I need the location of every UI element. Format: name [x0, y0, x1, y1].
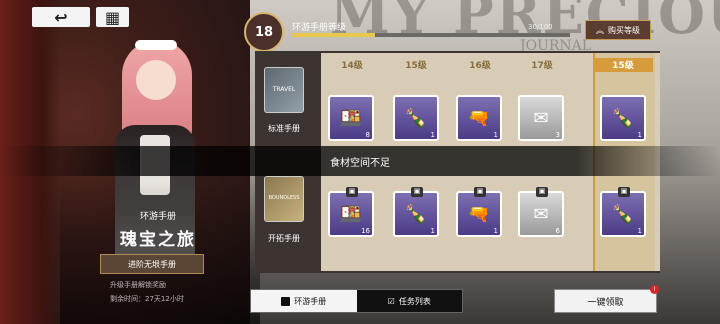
reward-qty: 1 — [430, 131, 435, 139]
notification-badge: ! — [650, 285, 659, 294]
reward-qty: 3 — [555, 131, 560, 139]
xp-progress-bar — [292, 33, 570, 37]
reward-slot[interactable]: ▣ 🍾 1 — [600, 187, 646, 237]
green-bottle-icon: 🍾 — [611, 203, 635, 225]
advance-passport-button[interactable]: 进阶无垠手册 — [100, 254, 204, 274]
back-arrow-icon: ↩ — [54, 7, 68, 27]
double-chevron-up-icon: ︽ — [596, 25, 604, 35]
reward-qty: 8 — [365, 131, 370, 139]
lock-icon: ▣ — [618, 187, 630, 197]
lock-icon: ▣ — [536, 187, 548, 197]
reward-slot[interactable]: ▣ 🍱 16 — [328, 187, 374, 237]
lock-icon: ▣ — [346, 187, 358, 197]
passport-name: 瑰宝之旅 — [120, 230, 196, 250]
reward-slot[interactable]: ▣ 🔫 1 — [456, 187, 502, 237]
level-header: 15级 — [405, 61, 427, 71]
level-header: 17级 — [531, 61, 553, 71]
xp-text: 30/100 — [528, 23, 553, 31]
reward-slot[interactable]: ✉ 3 — [518, 95, 564, 141]
back-button[interactable]: ↩ — [32, 7, 90, 27]
level-header: 14级 — [341, 61, 363, 71]
sticky-level-header: 15级 — [593, 58, 653, 72]
reward-slot[interactable]: 🍾 1 — [393, 95, 439, 141]
letter-icon: ✉ — [533, 107, 549, 129]
reward-qty: 6 — [555, 227, 560, 235]
reward-qty: 1 — [430, 227, 435, 235]
green-bottle-icon: 🍾 — [611, 107, 635, 129]
weapon-icon: 🔫 — [467, 107, 491, 129]
bottom-tab-bar: 环游手册 ☑ 任务列表 — [250, 289, 463, 313]
passport-type-label: 环游手册 — [139, 212, 176, 222]
tab-passport[interactable]: 环游手册 — [251, 290, 357, 312]
buy-level-button[interactable]: ︽ 购买等级 — [585, 20, 651, 40]
level-title: 环游手册等级 — [292, 23, 347, 33]
xp-progress-fill — [292, 33, 376, 37]
letter-icon: ✉ — [533, 203, 549, 225]
food-icon: 🍱 — [339, 203, 363, 225]
reward-slot[interactable]: ▣ ✉ 6 — [518, 187, 564, 237]
checkbox-icon: ☑ — [387, 296, 395, 306]
toast-message: 食材空间不足 — [0, 146, 720, 176]
food-icon: 🍱 — [339, 107, 363, 129]
reward-slot[interactable]: 🍱 8 — [328, 95, 374, 141]
standard-track-card: TRAVEL — [264, 67, 304, 113]
reward-slot[interactable]: ▣ 🍾 1 — [393, 187, 439, 237]
reward-slot[interactable]: 🔫 1 — [456, 95, 502, 141]
boundless-track-label: 开拓手册 — [268, 234, 300, 243]
tab-tasks[interactable]: ☑ 任务列表 — [357, 290, 463, 312]
boundless-track-card: BOUNDLESS — [264, 176, 304, 222]
home-button[interactable]: ▦ — [96, 7, 129, 27]
standard-track-label: 标准手册 — [268, 124, 300, 133]
reward-qty: 1 — [493, 131, 498, 139]
green-bottle-icon: 🍾 — [404, 203, 428, 225]
reward-slot[interactable]: 🍾 1 — [600, 95, 646, 141]
time-remaining: 剩余时间：27天12小时 — [110, 295, 184, 303]
weapon-icon: 🔫 — [467, 203, 491, 225]
level-badge: 18 — [244, 12, 284, 52]
reward-qty: 16 — [361, 227, 370, 235]
green-bottle-icon: 🍾 — [404, 107, 428, 129]
lock-icon: ▣ — [474, 187, 486, 197]
book-icon — [281, 296, 291, 306]
reward-qty: 1 — [493, 227, 498, 235]
lock-icon: ▣ — [411, 187, 423, 197]
upgrade-note: 升级手册解锁奖励 — [110, 281, 166, 289]
home-icon: ▦ — [104, 7, 121, 27]
claim-all-button[interactable]: 一键领取 — [554, 289, 657, 313]
level-header: 16级 — [469, 61, 491, 71]
